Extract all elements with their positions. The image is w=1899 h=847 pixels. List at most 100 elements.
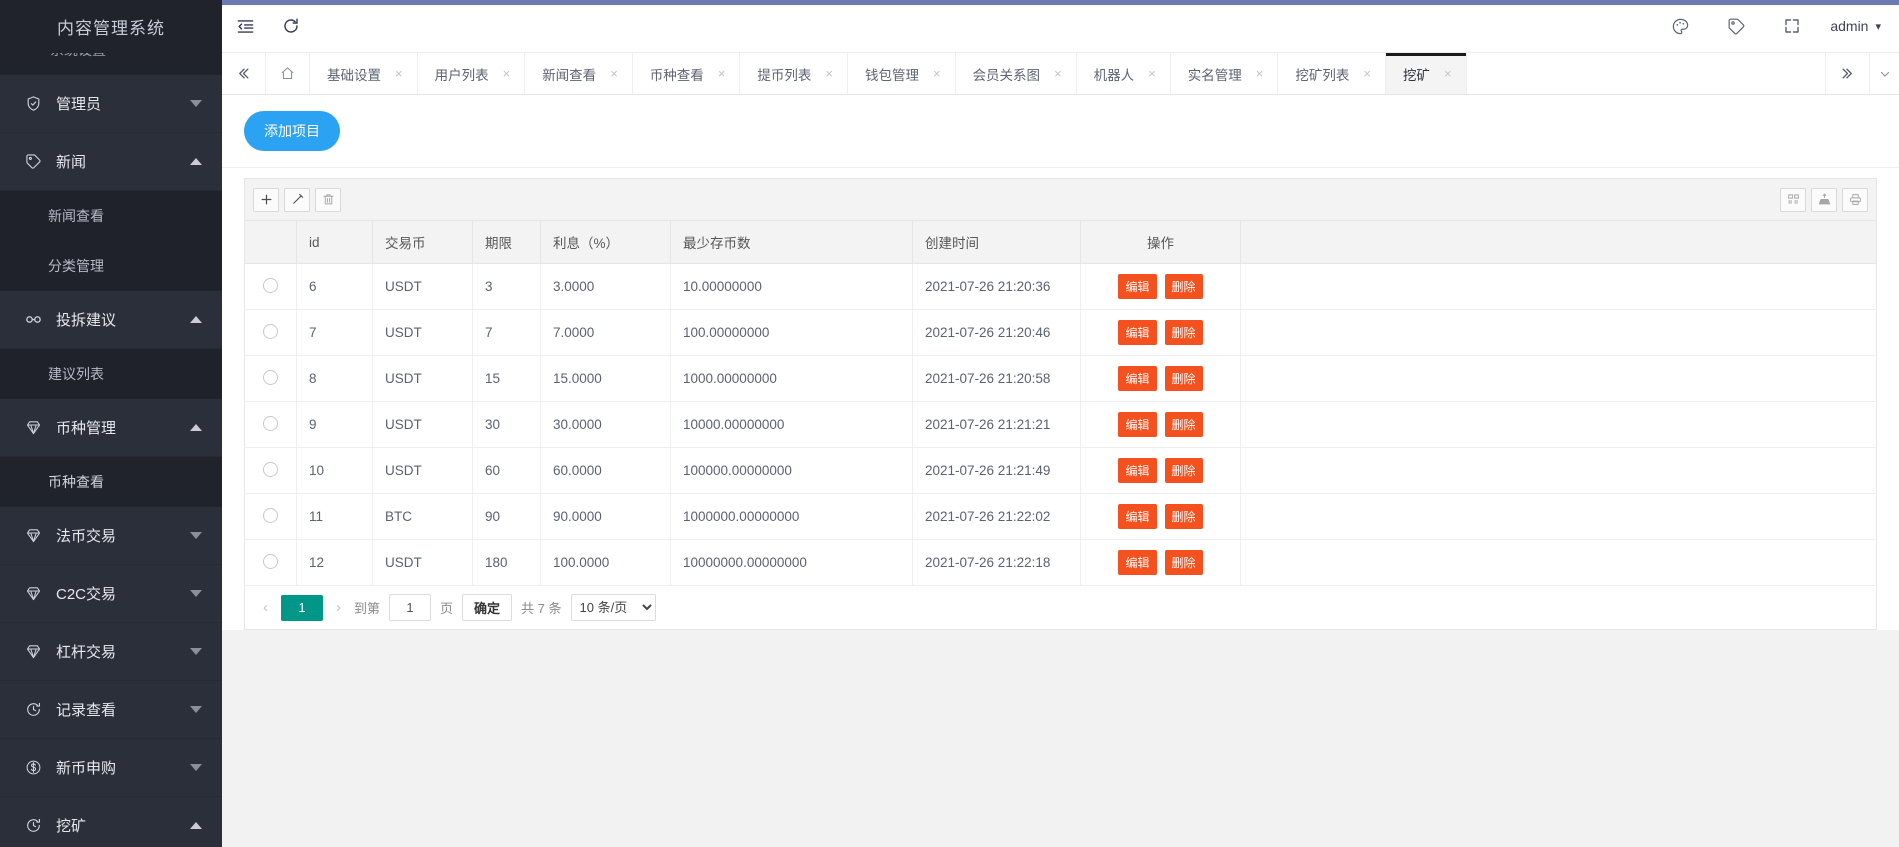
edit-button[interactable]: 编辑 xyxy=(1118,366,1157,391)
edit-button[interactable]: 编辑 xyxy=(1118,550,1157,575)
home-icon[interactable] xyxy=(266,53,310,94)
tab-bar: 基础设置 × 用户列表 × 新闻查看 × 币种查看 × 提币列表 × 钱包管理 × 会员关系图 × 机器人 ×… xyxy=(222,53,1899,95)
edit-button[interactable]: 编辑 xyxy=(1118,458,1157,483)
tab-close-icon[interactable]: × xyxy=(825,66,833,81)
sidebar-group-5[interactable]: 法币交易 xyxy=(0,507,222,565)
pagination-next-button[interactable]: › xyxy=(332,599,345,616)
table-row[interactable]: 9 USDT 30 30.0000 10000.00000000 2021-07-26 2… xyxy=(244,401,1877,448)
edit-button[interactable]: 编辑 xyxy=(1118,504,1157,529)
row-select-radio xyxy=(244,447,297,494)
sidebar-collapse-button[interactable] xyxy=(222,0,268,53)
tab-1[interactable]: 基础设置 × xyxy=(310,53,418,94)
delete-button[interactable]: 删除 xyxy=(1164,412,1203,437)
delete-button[interactable]: 删除 xyxy=(1164,550,1203,575)
tab-5[interactable]: 提币列表 × xyxy=(740,53,848,94)
sidebar-group-4[interactable]: 币种管理 xyxy=(0,399,222,457)
pagination-prev-button[interactable]: ‹ xyxy=(259,599,272,616)
tab-close-icon[interactable]: × xyxy=(1256,66,1264,81)
tab-label: 用户列表 xyxy=(434,67,489,83)
fullscreen-icon[interactable] xyxy=(1764,0,1820,53)
tab-close-icon[interactable]: × xyxy=(395,66,403,81)
table-row[interactable]: 8 USDT 15 15.0000 1000.00000000 2021-07-26 21… xyxy=(244,355,1877,402)
tab-6[interactable]: 钱包管理 × xyxy=(848,53,956,94)
goto-confirm-button[interactable]: 确定 xyxy=(462,594,513,621)
table-row[interactable]: 11 BTC 90 90.0000 1000000.00000000 2021-07-26… xyxy=(244,493,1877,540)
sidebar-item-3-1[interactable]: 建议列表 xyxy=(0,349,222,399)
radio-icon[interactable] xyxy=(263,461,278,477)
delete-button[interactable]: 删除 xyxy=(1164,366,1203,391)
pagination-page-1[interactable]: 1 xyxy=(281,594,323,621)
table-row[interactable]: 12 USDT 180 100.0000 10000000.00000000 2021-0… xyxy=(244,539,1877,586)
user-menu[interactable]: admin ▾ xyxy=(1820,18,1881,34)
trash-icon[interactable] xyxy=(315,187,341,212)
radio-icon[interactable] xyxy=(263,323,278,339)
sidebar-group-10[interactable]: 挖矿 xyxy=(0,797,222,847)
tab-7[interactable]: 会员关系图 × xyxy=(956,53,1077,94)
tab-11[interactable]: 挖矿 × xyxy=(1385,53,1467,94)
sidebar-item-2-1[interactable]: 新闻查看 xyxy=(0,191,222,241)
print-icon[interactable] xyxy=(1842,187,1868,212)
edit-button[interactable]: 编辑 xyxy=(1118,320,1157,345)
delete-button[interactable]: 删除 xyxy=(1164,504,1203,529)
cell-term: 180 xyxy=(472,539,541,586)
sidebar-group-7[interactable]: 杠杆交易 xyxy=(0,623,222,681)
tabs-more-menu-button[interactable] xyxy=(1869,53,1899,94)
tab-9[interactable]: 实名管理 × xyxy=(1171,53,1279,94)
table-row[interactable]: 10 USDT 60 60.0000 100000.00000000 2021-07-26… xyxy=(244,447,1877,494)
tab-close-icon[interactable]: × xyxy=(718,66,726,81)
delete-button[interactable]: 删除 xyxy=(1164,274,1203,299)
sidebar-group-9[interactable]: 新币申购 xyxy=(0,739,222,797)
tab-label: 钱包管理 xyxy=(864,67,919,83)
tab-close-icon[interactable]: × xyxy=(1444,66,1452,81)
sidebar-group-6[interactable]: C2C交易 xyxy=(0,565,222,623)
sidebar-group-2[interactable]: 新闻 xyxy=(0,133,222,191)
radio-icon[interactable] xyxy=(263,553,278,569)
coin-icon xyxy=(22,525,44,547)
sidebar-group-label: 新闻 xyxy=(56,154,87,171)
cell-term: 7 xyxy=(472,309,541,356)
delete-button[interactable]: 删除 xyxy=(1164,320,1203,345)
tab-10[interactable]: 挖矿列表 × xyxy=(1278,53,1386,94)
tab-close-icon[interactable]: × xyxy=(1148,66,1156,81)
tab-8[interactable]: 机器人 × xyxy=(1077,53,1171,94)
pencil-icon[interactable] xyxy=(284,187,310,212)
tab-close-icon[interactable]: × xyxy=(1363,66,1371,81)
radio-icon[interactable] xyxy=(263,507,278,523)
page-size-select[interactable]: 10 条/页20 条/页50 条/页100 条/页 xyxy=(570,594,656,621)
goto-page-input[interactable] xyxy=(389,594,432,621)
sidebar-item-4-1[interactable]: 币种查看 xyxy=(0,457,222,507)
columns-icon[interactable] xyxy=(1780,187,1806,212)
refresh-button[interactable] xyxy=(268,0,314,53)
chevron-down-icon: ▾ xyxy=(1875,20,1881,33)
sidebar-item-2-2[interactable]: 分类管理 xyxy=(0,241,222,291)
tab-3[interactable]: 新闻查看 × xyxy=(525,53,633,94)
sidebar-group-1[interactable]: 管理员 xyxy=(0,75,222,133)
tab-close-icon[interactable]: × xyxy=(503,66,511,81)
clock-icon xyxy=(22,699,44,721)
table-row[interactable]: 7 USDT 7 7.0000 100.00000000 2021-07-26 21:20… xyxy=(244,309,1877,356)
tab-close-icon[interactable]: × xyxy=(610,66,618,81)
radio-icon[interactable] xyxy=(263,415,278,431)
tabs-scroll-right-button[interactable] xyxy=(1825,53,1869,94)
export-icon[interactable] xyxy=(1811,187,1837,212)
palette-icon[interactable] xyxy=(1652,0,1708,53)
edit-button[interactable]: 编辑 xyxy=(1118,412,1157,437)
sidebar-group-3[interactable]: 投拆建议 xyxy=(0,291,222,349)
cell-coin: BTC xyxy=(372,493,473,540)
cell-filler xyxy=(1240,493,1877,540)
sidebar-group-8[interactable]: 记录查看 xyxy=(0,681,222,739)
radio-icon[interactable] xyxy=(263,369,278,385)
plus-icon[interactable] xyxy=(253,187,279,212)
tab-close-icon[interactable]: × xyxy=(933,66,941,81)
tab-4[interactable]: 币种查看 × xyxy=(633,53,741,94)
add-project-button[interactable]: 添加项目 xyxy=(244,111,340,151)
tag-icon[interactable] xyxy=(1708,0,1764,53)
delete-button[interactable]: 删除 xyxy=(1164,458,1203,483)
table-row[interactable]: 6 USDT 3 3.0000 10.00000000 2021-07-26 21:20:… xyxy=(244,263,1877,310)
tab-2[interactable]: 用户列表 × xyxy=(418,53,526,94)
tabs-scroll-left-button[interactable] xyxy=(222,53,266,94)
radio-icon[interactable] xyxy=(263,277,278,293)
cell-filler xyxy=(1240,309,1877,356)
edit-button[interactable]: 编辑 xyxy=(1118,274,1157,299)
tab-close-icon[interactable]: × xyxy=(1054,66,1062,81)
